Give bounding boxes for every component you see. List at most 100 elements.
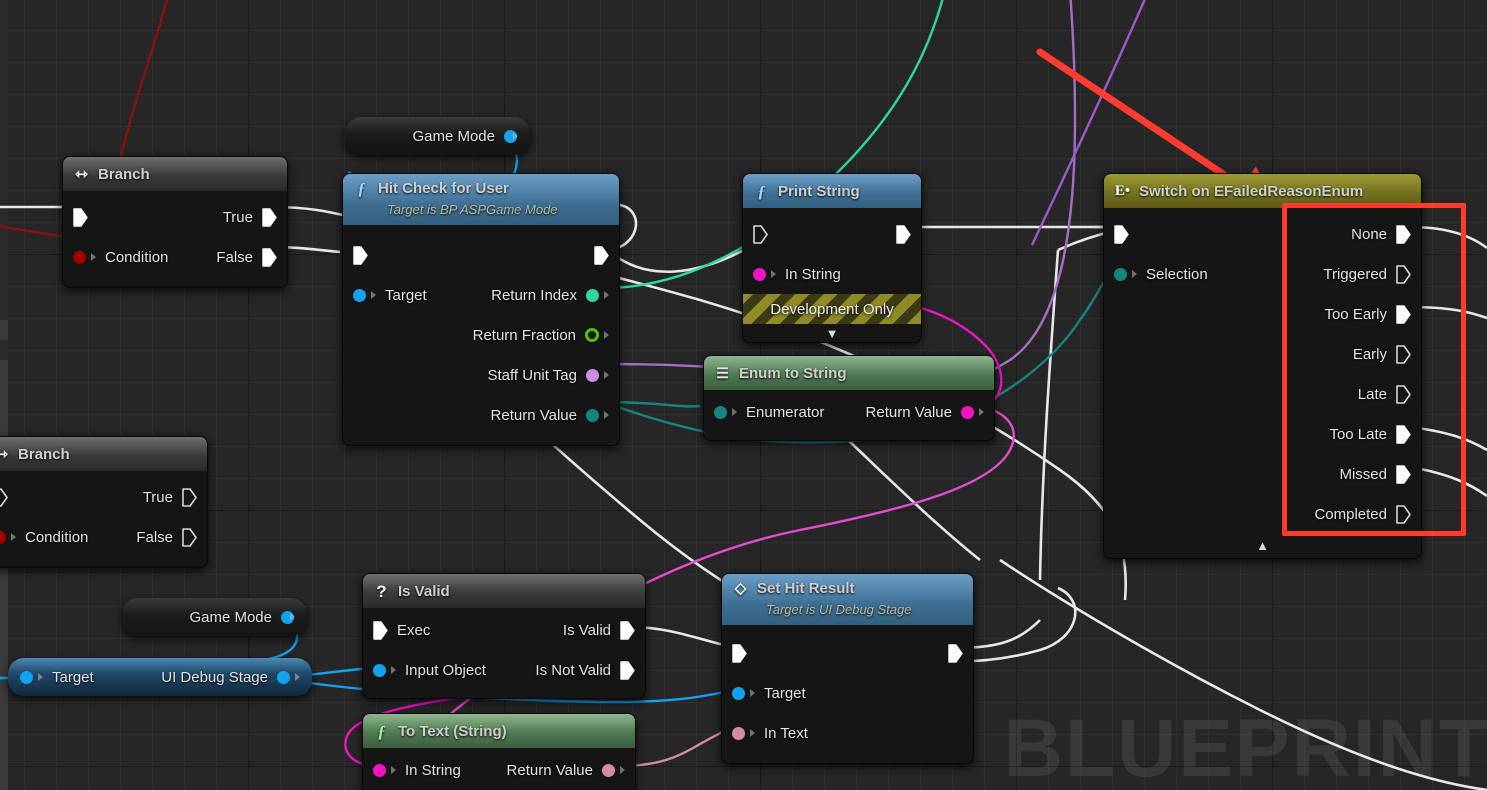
blueprint-graph-canvas[interactable]: ⇿ Branch True Condition False Branch Tru… bbox=[0, 0, 1487, 790]
target-in-pin[interactable] bbox=[353, 288, 366, 302]
condition-pin[interactable] bbox=[73, 250, 86, 264]
exec-out-false-pin[interactable] bbox=[182, 527, 197, 547]
return-value-out-pin[interactable] bbox=[961, 405, 974, 419]
exec-out-pin[interactable] bbox=[948, 643, 963, 663]
pin-row: Too Late bbox=[1104, 414, 1421, 454]
node-header[interactable]: ◇ Set Hit Result Target is UI Debug Stag… bbox=[722, 574, 973, 625]
target-in-pin[interactable] bbox=[732, 686, 745, 700]
exec-out-none-pin[interactable] bbox=[1396, 224, 1411, 244]
chevron-down-icon[interactable]: ▼ bbox=[743, 324, 921, 342]
branch-icon: ⇿ bbox=[0, 447, 10, 462]
pin-label-return-fraction: Return Fraction bbox=[472, 326, 576, 344]
exec-in-pin[interactable] bbox=[353, 245, 368, 265]
exec-out-false-pin[interactable] bbox=[262, 247, 277, 267]
node-branch-bottom[interactable]: ⇿ Branch True bbox=[0, 436, 208, 568]
pin-row: In String bbox=[743, 254, 921, 294]
pin-label-condition: Condition bbox=[25, 528, 89, 546]
node-print-string[interactable]: ƒ Print String In String Development Onl… bbox=[742, 173, 922, 343]
staff-unit-tag-out-pin[interactable] bbox=[586, 368, 599, 382]
pin-row: Staff Unit Tag bbox=[343, 355, 619, 395]
enum-icon: ☰ bbox=[716, 365, 729, 381]
exec-out-is-valid-pin[interactable] bbox=[620, 620, 635, 640]
pin-label-in-string: In String bbox=[405, 761, 461, 779]
exec-out-missed-pin[interactable] bbox=[1396, 464, 1411, 484]
pin-arrow bbox=[290, 613, 295, 621]
node-branch-top[interactable]: ⇿ Branch True Condition False bbox=[62, 156, 288, 288]
node-header[interactable]: ƒ Print String bbox=[743, 174, 921, 208]
node-title: Hit Check for User bbox=[378, 180, 509, 197]
return-fraction-out-pin[interactable] bbox=[585, 328, 599, 342]
node-title: Is Valid bbox=[398, 582, 450, 600]
node-header[interactable]: ⇿ Branch bbox=[0, 437, 207, 471]
ui-debug-stage-out-pin[interactable] bbox=[277, 670, 290, 684]
pin-arrow bbox=[732, 408, 737, 416]
selection-in-pin[interactable] bbox=[1114, 267, 1127, 281]
development-only-bar: Development Only bbox=[743, 294, 921, 324]
return-index-out-pin[interactable] bbox=[586, 288, 599, 302]
pin-row: Enumerator Return Value bbox=[704, 392, 994, 432]
pin-label-missed: Missed bbox=[1339, 465, 1387, 483]
pin-row: Early bbox=[1104, 334, 1421, 374]
exec-in-pin[interactable] bbox=[373, 620, 388, 640]
node-game-mode-top[interactable]: Game Mode bbox=[345, 117, 530, 155]
exec-in-pin[interactable] bbox=[1114, 224, 1129, 244]
pin-row: None bbox=[1104, 214, 1421, 254]
return-value-out-pin[interactable] bbox=[602, 763, 615, 777]
exec-out-pin[interactable] bbox=[896, 224, 911, 244]
target-in-pin[interactable] bbox=[20, 670, 33, 684]
exec-out-too-late-pin[interactable] bbox=[1396, 424, 1411, 444]
node-to-text-string[interactable]: ƒ To Text (String) In String Return Valu… bbox=[362, 713, 636, 790]
node-footer: Development Only ▼ bbox=[743, 294, 921, 342]
pin-label-early: Early bbox=[1352, 345, 1387, 363]
exec-out-late-pin[interactable] bbox=[1396, 384, 1411, 404]
in-text-pin[interactable] bbox=[732, 726, 745, 740]
pin-row: Target bbox=[722, 673, 973, 713]
node-header[interactable]: E• Switch on EFailedReasonEnum bbox=[1104, 174, 1421, 208]
pin-arrow bbox=[771, 270, 776, 278]
pin-arrow bbox=[750, 729, 755, 737]
node-header[interactable]: ƒ To Text (String) bbox=[363, 714, 635, 748]
pin-arrow bbox=[38, 673, 43, 681]
exec-in-pin[interactable] bbox=[753, 224, 768, 244]
node-header[interactable]: ⇿ Branch bbox=[63, 157, 287, 191]
in-string-pin[interactable] bbox=[373, 763, 386, 777]
input-object-pin[interactable] bbox=[373, 663, 386, 677]
return-value-out-pin[interactable] bbox=[586, 408, 599, 422]
exec-out-true-pin[interactable] bbox=[182, 487, 197, 507]
node-title: To Text (String) bbox=[398, 722, 507, 740]
pin-row: True bbox=[0, 477, 207, 517]
exec-in-pin[interactable] bbox=[73, 207, 88, 227]
enumerator-in-pin[interactable] bbox=[714, 405, 727, 419]
pin-arrow bbox=[750, 689, 755, 697]
chevron-up-icon[interactable]: ▲ bbox=[1104, 534, 1421, 556]
node-enum-to-string[interactable]: ☰ Enum to String Enumerator Return Value bbox=[703, 355, 995, 441]
node-header[interactable]: ? Is Valid bbox=[363, 574, 645, 608]
pin-label-in-text: In Text bbox=[764, 724, 808, 742]
node-ui-debug-stage[interactable]: Target UI Debug Stage bbox=[8, 658, 312, 696]
node-is-valid[interactable]: ? Is Valid Exec Is Valid Input Object Is… bbox=[362, 573, 646, 699]
node-game-mode-bottom[interactable]: Game Mode bbox=[122, 598, 307, 636]
node-header[interactable]: ☰ Enum to String bbox=[704, 356, 994, 390]
pin-row: True bbox=[63, 197, 287, 237]
exec-out-pin[interactable] bbox=[594, 245, 609, 265]
exec-out-is-not-valid-pin[interactable] bbox=[620, 660, 635, 680]
exec-in-pin[interactable] bbox=[732, 643, 747, 663]
pin-row: In Text bbox=[722, 713, 973, 753]
pin-label-true: True bbox=[142, 488, 173, 506]
node-hit-check-for-user[interactable]: ƒ Hit Check for User Target is BP ASPGam… bbox=[342, 173, 620, 446]
pin-arrow bbox=[604, 331, 609, 339]
node-title: Switch on EFailedReasonEnum bbox=[1139, 182, 1364, 200]
node-set-hit-result[interactable]: ◇ Set Hit Result Target is UI Debug Stag… bbox=[721, 573, 974, 764]
pin-row: Missed bbox=[1104, 454, 1421, 494]
node-switch-on-efailedreasonenum[interactable]: E• Switch on EFailedReasonEnum None Sele… bbox=[1103, 173, 1422, 559]
exec-in-pin[interactable] bbox=[0, 487, 8, 507]
exec-out-triggered-pin[interactable] bbox=[1396, 264, 1411, 284]
exec-out-early-pin[interactable] bbox=[1396, 344, 1411, 364]
pin-label-true: True bbox=[222, 208, 253, 226]
node-header[interactable]: ƒ Hit Check for User Target is BP ASPGam… bbox=[343, 174, 619, 225]
condition-pin[interactable] bbox=[0, 530, 6, 544]
exec-out-completed-pin[interactable] bbox=[1396, 504, 1411, 524]
exec-out-true-pin[interactable] bbox=[262, 207, 277, 227]
exec-out-too-early-pin[interactable] bbox=[1396, 304, 1411, 324]
in-string-pin[interactable] bbox=[753, 267, 766, 281]
